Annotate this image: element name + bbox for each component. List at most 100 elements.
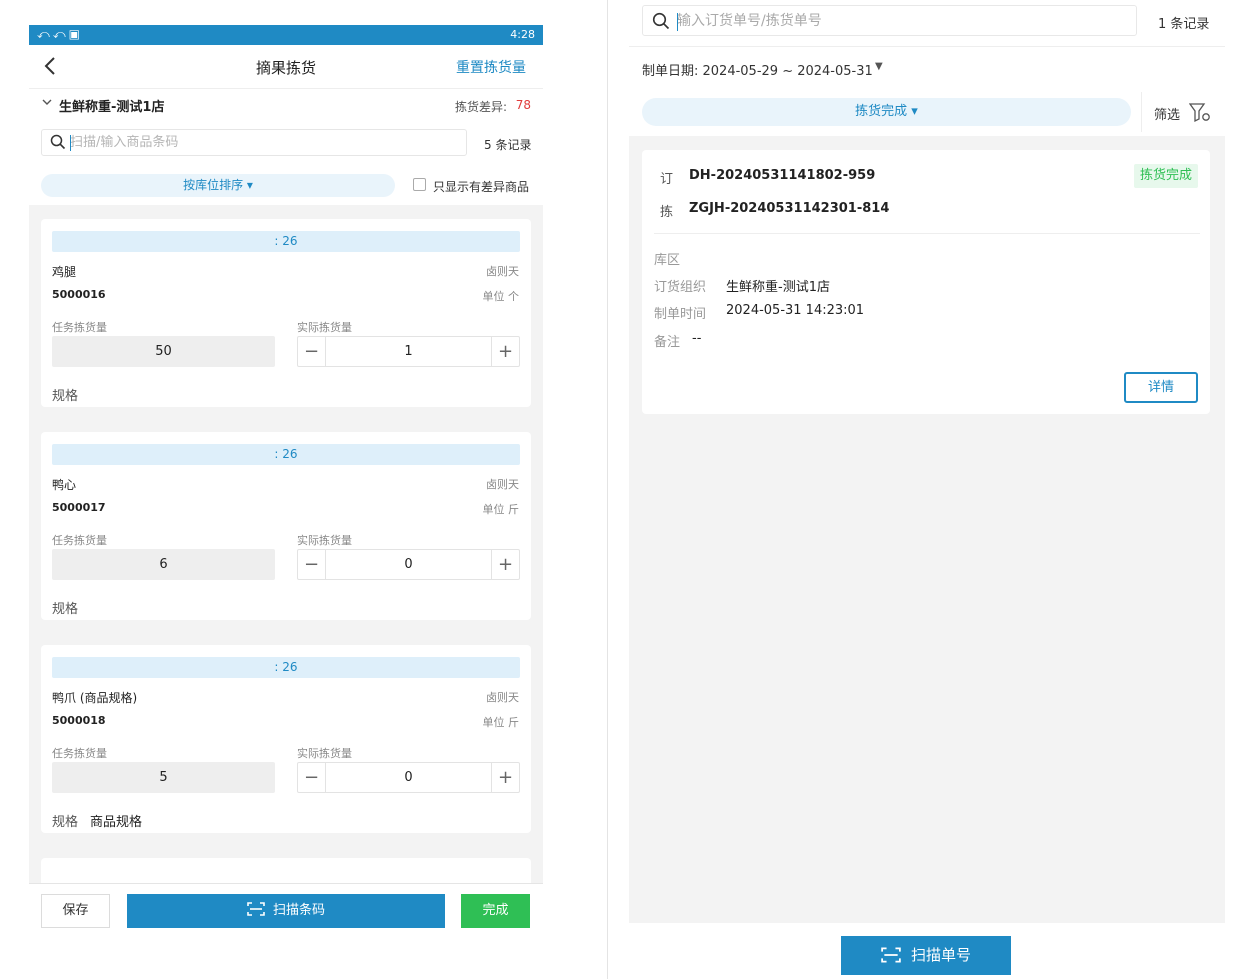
barcode-search-input[interactable]	[70, 133, 450, 152]
created-time-label: 制单时间	[654, 307, 707, 322]
reset-pick-qty-button[interactable]: 重置拣货量	[456, 57, 526, 77]
pick-tag: 拣	[660, 205, 674, 220]
task-qty-value: 50	[52, 336, 275, 367]
task-qty-label: 任务拣货量	[52, 534, 107, 547]
actual-qty-label: 实际拣货量	[297, 534, 352, 547]
remark-label: 备注	[654, 335, 681, 350]
date-range-filter[interactable]: 制单日期: 2024-05-29 ~ 2024-05-31	[642, 60, 873, 79]
item-name: 鸭心	[52, 478, 77, 492]
card-location-header: : 26	[52, 657, 520, 678]
created-time-value: 2024-05-31 14:23:01	[726, 303, 865, 318]
text-caret	[70, 135, 71, 151]
card-location-header: : 26	[52, 444, 520, 465]
item-unit: 单位 个	[482, 290, 520, 303]
actual-qty-stepper: − 1 +	[297, 336, 520, 367]
item-unit: 单位 斤	[482, 503, 520, 516]
spec-label: 规格	[52, 815, 79, 830]
done-button[interactable]: 完成	[461, 894, 530, 928]
only-diff-label: 只显示有差异商品	[433, 180, 530, 194]
order-search-input[interactable]	[677, 11, 1117, 31]
bottom-action-bar: 保存 扫描条码 完成	[29, 883, 543, 945]
order-search-box[interactable]	[642, 5, 1137, 36]
task-qty-label: 任务拣货量	[52, 747, 107, 760]
panel-divider	[607, 0, 608, 979]
plus-icon[interactable]: +	[491, 550, 519, 579]
remark-value: --	[692, 331, 702, 346]
list-item	[41, 858, 531, 885]
warehouse-area-label: 库区	[654, 253, 681, 268]
minus-icon[interactable]: −	[298, 550, 326, 579]
card-location-header: : 26	[52, 231, 520, 252]
divider	[1141, 92, 1142, 132]
item-list[interactable]: : 26 鸡腿 卤则天 5000016 单位 个 任务拣货量 实际拣货量 50 …	[29, 205, 543, 885]
spec-value: 商品规格	[90, 815, 143, 830]
scan-order-label: 扫描单号	[910, 946, 971, 964]
item-code: 5000016	[52, 288, 106, 301]
scan-barcode-button[interactable]: 扫描条码	[127, 894, 445, 928]
item-tag: 卤则天	[486, 478, 519, 491]
filter-icon[interactable]	[1189, 103, 1211, 123]
order-card[interactable]: 订 DH-20240531141802-959 拣 ZGJH-202405311…	[642, 150, 1210, 414]
task-qty-label: 任务拣货量	[52, 321, 107, 334]
left-phone-screen: ⤺⤺▣ 4:28 摘果拣货 重置拣货量 生鲜称重-测试1店 拣货差异: 78 5…	[29, 25, 543, 945]
list-item: : 26 鸭心 卤则天 5000017 单位 斤 任务拣货量 实际拣货量 6 −…	[41, 432, 531, 620]
status-bar: ⤺⤺▣ 4:28	[29, 25, 543, 45]
search-icon	[50, 134, 66, 150]
pick-diff-value: 78	[515, 98, 531, 112]
item-code: 5000017	[52, 501, 106, 514]
order-org-label: 订货组织	[654, 280, 707, 295]
item-tag: 卤则天	[486, 691, 519, 704]
pick-diff-label: 拣货差异:	[454, 100, 507, 114]
task-qty-value: 5	[52, 762, 275, 793]
pick-number: ZGJH-20240531142301-814	[689, 201, 890, 216]
actual-qty-label: 实际拣货量	[297, 747, 352, 760]
actual-qty-label: 实际拣货量	[297, 321, 352, 334]
item-name: 鸭爪 (商品规格)	[52, 691, 138, 705]
store-bar[interactable]: 生鲜称重-测试1店 拣货差异: 78	[41, 95, 531, 119]
actual-qty-stepper: − 0 +	[297, 762, 520, 793]
task-qty-value: 6	[52, 549, 275, 580]
order-tag: 订	[660, 172, 674, 187]
order-org-value: 生鲜称重-测试1店	[726, 280, 830, 295]
divider	[629, 46, 1225, 47]
actual-qty-stepper: − 0 +	[297, 549, 520, 580]
detail-button[interactable]: 详情	[1124, 372, 1198, 403]
search-icon	[652, 12, 670, 30]
status-time: 4:28	[510, 28, 535, 41]
plus-icon[interactable]: +	[491, 337, 519, 366]
divider	[654, 233, 1200, 234]
minus-icon[interactable]: −	[298, 763, 326, 792]
plus-icon[interactable]: +	[491, 763, 519, 792]
only-diff-checkbox[interactable]	[413, 178, 426, 191]
item-name: 鸡腿	[52, 265, 77, 279]
list-item: : 26 鸭爪 (商品规格) 卤则天 5000018 单位 斤 任务拣货量 实际…	[41, 645, 531, 833]
status-icons: ⤺⤺▣	[37, 27, 83, 41]
nav-bar: 摘果拣货 重置拣货量	[29, 45, 543, 89]
store-name: 生鲜称重-测试1店	[59, 100, 165, 115]
list-item: : 26 鸡腿 卤则天 5000016 单位 个 任务拣货量 实际拣货量 50 …	[41, 219, 531, 407]
status-badge: 拣货完成	[1133, 164, 1198, 188]
item-unit: 单位 斤	[482, 716, 520, 729]
record-count: 1 条记录	[1158, 17, 1210, 32]
chevron-down-icon	[41, 96, 53, 111]
scan-icon	[247, 902, 265, 916]
text-caret	[677, 13, 678, 31]
scan-order-button[interactable]: 扫描单号	[841, 936, 1011, 975]
save-button[interactable]: 保存	[41, 894, 110, 928]
minus-icon[interactable]: −	[298, 337, 326, 366]
sort-by-location-dropdown[interactable]: 按库位排序 ▾	[41, 174, 395, 197]
scan-barcode-label: 扫描条码	[272, 903, 325, 918]
actual-qty-value[interactable]: 1	[326, 337, 491, 366]
status-dropdown[interactable]: 拣货完成 ▾	[642, 98, 1131, 126]
actual-qty-value[interactable]: 0	[326, 763, 491, 792]
actual-qty-value[interactable]: 0	[326, 550, 491, 579]
barcode-search-box[interactable]	[41, 129, 467, 156]
spec-label: 规格	[52, 602, 79, 617]
filter-label[interactable]: 筛选	[1154, 104, 1180, 123]
order-number: DH-20240531141802-959	[689, 168, 876, 183]
spec-label: 规格	[52, 389, 79, 404]
item-code: 5000018	[52, 714, 106, 727]
caret-down-icon[interactable]: ▼	[875, 61, 883, 72]
scan-icon	[881, 947, 901, 963]
item-tag: 卤则天	[486, 265, 519, 278]
